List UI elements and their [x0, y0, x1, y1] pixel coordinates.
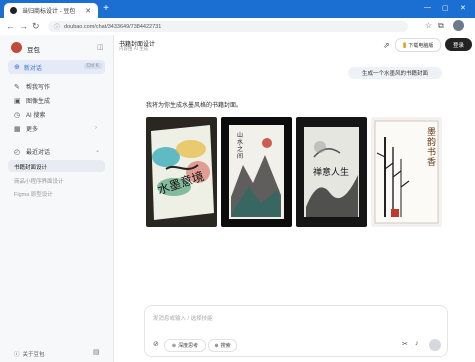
about-link[interactable]: ⓘ 关于豆包 — [14, 350, 45, 358]
url-field[interactable]: ⓘ doubao.com/chat/3433649/7384422731 — [48, 21, 408, 32]
cover-title-text: 墨韵书香 — [427, 127, 436, 168]
new-chat-button[interactable]: ⊕ 新对话 Ctrl K — [8, 60, 105, 74]
scissors-icon[interactable]: ✂ — [402, 340, 408, 348]
send-button[interactable] — [429, 339, 441, 351]
cover-art-1: 水墨意境 — [146, 117, 217, 227]
sidebar-item-search[interactable]: ◷ AI 搜索 — [14, 110, 46, 120]
history-item[interactable]: Figma 原型设计 — [14, 190, 53, 198]
cover-art-4: 墨韵书香 — [371, 117, 442, 227]
new-chat-icon: ⊕ — [14, 64, 20, 71]
info-icon: ⓘ — [14, 352, 20, 358]
image-gallery: 水墨意境 山水之间 禅意人生 墨韵书香 — [146, 117, 442, 227]
address-bar: ← → ↻ ⓘ doubao.com/chat/3433649/73844227… — [0, 18, 475, 36]
site-info-icon[interactable]: ⓘ — [54, 22, 60, 31]
back-icon[interactable]: ← — [6, 21, 15, 31]
chevron-down-icon[interactable]: ⌄ — [95, 147, 100, 154]
pen-icon: ✎ — [14, 83, 20, 91]
user-message: 生成一个水墨风的书籍封面 — [348, 67, 442, 79]
panel-icon[interactable]: ▤ — [93, 348, 100, 356]
history-item[interactable]: 书籍封面设计 — [14, 163, 47, 171]
grid-icon: ▦ — [14, 125, 21, 133]
history-header[interactable]: ◴ 最近对话 — [14, 147, 51, 157]
cover-image[interactable]: 山水之间 — [221, 117, 292, 227]
share-icon[interactable]: ⇗ — [383, 41, 390, 50]
cover-image[interactable]: 墨韵书香 — [371, 117, 442, 227]
composer-placeholder[interactable]: 发消息或输入 / 选择技能 — [153, 314, 213, 322]
history-item[interactable]: 商品小程序界面设计 — [14, 177, 64, 185]
globe-icon: ⊕ — [214, 342, 219, 349]
deep-think-icon: ⊛ — [171, 342, 177, 349]
attach-icon[interactable]: ⊘ — [153, 340, 159, 348]
brand-name: 豆包 — [27, 47, 40, 54]
assistant-message: 我将为你生成水墨风格的书籍封面。 — [146, 103, 243, 109]
new-tab-button[interactable]: + — [101, 3, 111, 15]
chat-main: 书籍封面设计 内容由 AI 生成 ⇗ ▮ 下载电脑版 登录 生成一个水墨风的书籍… — [114, 35, 475, 362]
cover-image[interactable]: 禅意人生 — [296, 117, 367, 227]
download-icon: ▮ — [402, 42, 407, 49]
browser-tab-bar: 当归商标设计 - 豆包 ✕ + — ▢ ✕ — [0, 0, 475, 18]
image-icon: ▣ — [14, 97, 21, 105]
cover-title-text: 禅意人生 — [313, 166, 349, 178]
search-icon: ◷ — [14, 111, 21, 119]
sidebar: 豆包 ◫ ⊕ 新对话 Ctrl K ✎ 帮我写作 ▣ 图像生成 ◷ AI 搜索 … — [0, 35, 114, 362]
conversation-subtitle: 内容由 AI 生成 — [119, 46, 149, 51]
download-app-button[interactable]: ▮ 下载电脑版 — [395, 38, 441, 52]
forward-icon[interactable]: → — [19, 21, 28, 31]
brand-logo-icon — [11, 42, 22, 53]
about-label: 关于豆包 — [22, 352, 45, 358]
cover-art-2: 山水之间 — [221, 117, 292, 227]
reload-icon[interactable]: ↻ — [32, 21, 40, 31]
bookmark-star-icon[interactable]: ☆ — [425, 21, 432, 30]
profile-avatar[interactable] — [453, 20, 464, 31]
sidebar-item-writing[interactable]: ✎ 帮我写作 — [14, 82, 51, 92]
chevron-right-icon: › — [95, 125, 97, 131]
tab-favicon-icon — [10, 7, 17, 14]
collapse-sidebar-icon[interactable]: ◫ — [97, 43, 104, 51]
url-text: doubao.com/chat/3433649/7384422731 — [64, 23, 162, 30]
search-toggle-label: 搜索 — [220, 343, 231, 349]
cover-art-3: 禅意人生 — [296, 117, 367, 227]
maximize-icon[interactable]: ▢ — [442, 4, 449, 12]
cover-title-text: 山水之间 — [237, 131, 243, 160]
message-composer[interactable]: 发消息或输入 / 选择技能 ⊘ ⊛ 深度思考 ⊕ 搜索 ✂ ♪ — [144, 305, 448, 357]
minimize-icon[interactable]: — — [424, 4, 431, 11]
deep-think-label: 深度思考 — [178, 343, 199, 349]
tab-close-icon[interactable]: ✕ — [85, 7, 91, 15]
sidebar-item-more[interactable]: ▦ 更多 — [14, 124, 39, 134]
tab-title: 当归商标设计 - 豆包 — [22, 9, 76, 15]
browser-tab[interactable]: 当归商标设计 - 豆包 ✕ — [4, 3, 98, 18]
search-toggle-button[interactable]: ⊕ 搜索 — [208, 339, 237, 352]
cover-image[interactable]: 水墨意境 — [146, 117, 217, 227]
sidebar-item-label: AI 搜索 — [26, 113, 46, 119]
window-close-icon[interactable]: ✕ — [460, 4, 466, 12]
extensions-icon[interactable]: ⧉ — [438, 21, 444, 31]
sidebar-item-label: 图像生成 — [26, 99, 51, 105]
history-title: 最近对话 — [26, 150, 51, 156]
new-chat-label: 新对话 — [23, 65, 42, 72]
download-label: 下载电脑版 — [408, 42, 434, 49]
history-icon: ◴ — [14, 148, 21, 156]
login-button[interactable]: 登录 — [445, 38, 472, 51]
sidebar-item-label: 帮我写作 — [26, 85, 51, 91]
sidebar-item-label: 更多 — [26, 127, 39, 133]
new-chat-shortcut: Ctrl K — [83, 63, 102, 69]
deep-think-button[interactable]: ⊛ 深度思考 — [164, 339, 206, 352]
sidebar-item-image[interactable]: ▣ 图像生成 — [14, 96, 51, 106]
mic-icon[interactable]: ♪ — [415, 340, 419, 347]
